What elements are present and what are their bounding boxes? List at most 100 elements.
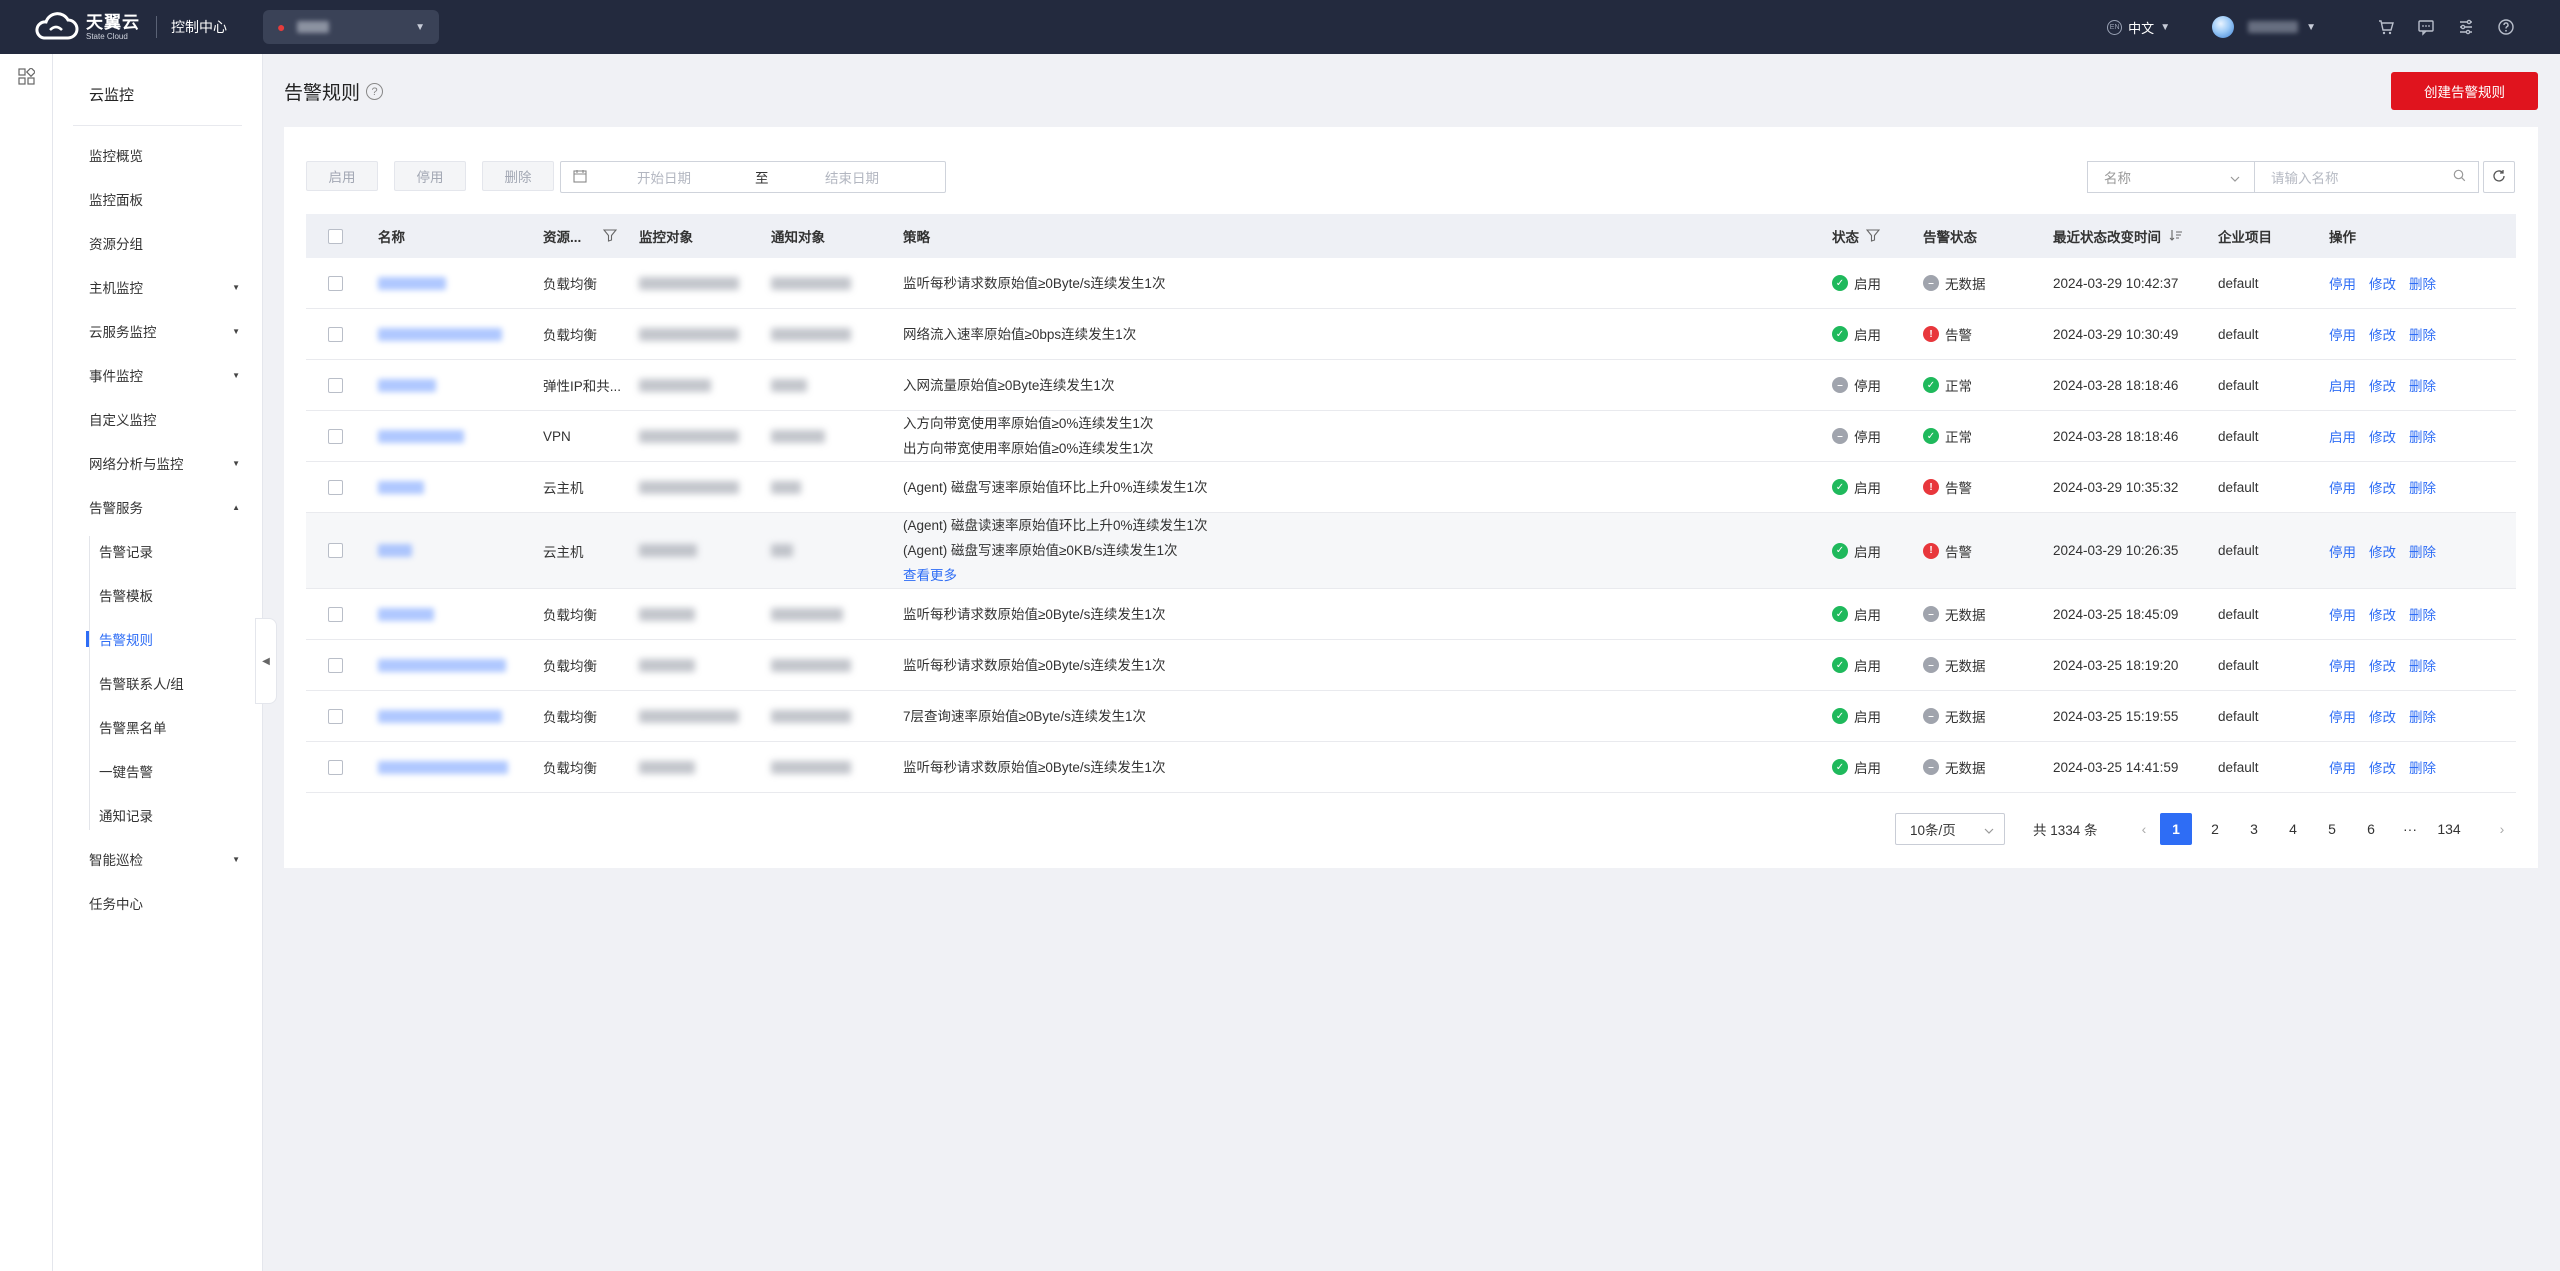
sidebar-item[interactable]: 告警黑名单: [99, 712, 240, 742]
search-input[interactable]: 请输入名称: [2254, 161, 2479, 193]
sidebar-item[interactable]: 自定义监控: [89, 404, 240, 434]
row-action-link[interactable]: 启用: [2329, 375, 2356, 395]
row-action-link[interactable]: 修改: [2369, 426, 2396, 446]
rule-name-link-redacted[interactable]: [378, 378, 436, 392]
row-action-link[interactable]: 删除: [2409, 655, 2436, 675]
row-action-link[interactable]: 修改: [2369, 541, 2396, 561]
rule-name-link-redacted[interactable]: [378, 480, 424, 494]
row-action-link[interactable]: 停用: [2329, 477, 2356, 497]
sidebar-item[interactable]: 任务中心: [89, 888, 240, 918]
table-row[interactable]: 负载均衡 监听每秒请求数原始值≥0Byte/s连续发生1次 ✓ 启用 – 无数据 2024-…: [306, 742, 2516, 793]
disable-button[interactable]: 停用: [394, 161, 466, 191]
sidebar-item[interactable]: 智能巡检 ▼: [89, 844, 240, 874]
row-checkbox[interactable]: [328, 708, 343, 724]
table-row[interactable]: 负载均衡 7层查询速率原始值≥0Byte/s连续发生1次 ✓ 启用 – 无数据 2024-0…: [306, 691, 2516, 742]
row-action-link[interactable]: 停用: [2329, 706, 2356, 726]
sort-icon[interactable]: [2169, 228, 2183, 245]
row-checkbox[interactable]: [328, 759, 343, 775]
table-row[interactable]: 负载均衡 网络流入速率原始值≥0bps连续发生1次 ✓ 启用! 告警 2024-03-29…: [306, 309, 2516, 360]
enable-button[interactable]: 启用: [306, 161, 378, 191]
page-number[interactable]: 3: [2238, 813, 2270, 845]
row-action-link[interactable]: 修改: [2369, 604, 2396, 624]
sidebar-item[interactable]: 告警记录: [99, 536, 240, 566]
sidebar-collapse-button[interactable]: ◀: [255, 618, 277, 704]
table-row[interactable]: 负载均衡 监听每秒请求数原始值≥0Byte/s连续发生1次 ✓ 启用 – 无数据 2024-…: [306, 640, 2516, 691]
page-size-select[interactable]: 10条/页: [1895, 813, 2005, 845]
row-checkbox[interactable]: [328, 606, 343, 622]
row-action-link[interactable]: 删除: [2409, 375, 2436, 395]
row-action-link[interactable]: 修改: [2369, 757, 2396, 777]
page-ellipsis[interactable]: ···: [2394, 813, 2426, 845]
language-switcher[interactable]: EN 中文 ▼: [2107, 18, 2170, 37]
row-action-link[interactable]: 删除: [2409, 273, 2436, 293]
start-date-input[interactable]: 开始日期: [637, 167, 755, 187]
cart-icon[interactable]: [2376, 17, 2396, 37]
sidebar-item[interactable]: 事件监控 ▼: [89, 360, 240, 390]
delete-button[interactable]: 删除: [482, 161, 554, 191]
rule-name-link-redacted[interactable]: [378, 327, 502, 341]
row-action-link[interactable]: 启用: [2329, 426, 2356, 446]
rule-name-link-redacted[interactable]: [378, 709, 502, 723]
sidebar-item[interactable]: 主机监控 ▼: [89, 272, 240, 302]
rule-name-link-redacted[interactable]: [378, 607, 434, 621]
message-icon[interactable]: [2416, 17, 2436, 37]
page-number[interactable]: 6: [2355, 813, 2387, 845]
row-action-link[interactable]: 删除: [2409, 426, 2436, 446]
row-checkbox[interactable]: [328, 326, 343, 342]
row-checkbox[interactable]: [328, 428, 343, 444]
search-icon[interactable]: [2453, 169, 2466, 185]
page-number[interactable]: 5: [2316, 813, 2348, 845]
sidebar-item[interactable]: 告警模板: [99, 580, 240, 610]
logo[interactable]: 天翼云 State Cloud: [32, 12, 144, 42]
rule-name-link-redacted[interactable]: [378, 276, 446, 290]
row-action-link[interactable]: 停用: [2329, 541, 2356, 561]
page-number[interactable]: 4: [2277, 813, 2309, 845]
row-action-link[interactable]: 修改: [2369, 655, 2396, 675]
row-checkbox[interactable]: [328, 657, 343, 673]
row-action-link[interactable]: 删除: [2409, 706, 2436, 726]
row-checkbox[interactable]: [328, 275, 343, 291]
row-action-link[interactable]: 停用: [2329, 604, 2356, 624]
page-number[interactable]: 134: [2433, 813, 2465, 845]
refresh-button[interactable]: [2483, 161, 2515, 193]
sidebar-item[interactable]: 网络分析与监控 ▼: [89, 448, 240, 478]
row-action-link[interactable]: 停用: [2329, 273, 2356, 293]
show-more-link[interactable]: 查看更多: [903, 563, 957, 588]
console-link[interactable]: 控制中心: [171, 17, 227, 37]
sidebar-item[interactable]: 通知记录: [99, 800, 240, 830]
filter-icon[interactable]: [1865, 228, 1881, 245]
table-row[interactable]: 负载均衡 监听每秒请求数原始值≥0Byte/s连续发生1次 ✓ 启用 – 无数据 2024-…: [306, 589, 2516, 640]
table-row[interactable]: 云主机 (Agent) 磁盘读速率原始值环比上升0%连续发生1次 (Agent) 磁…: [306, 513, 2516, 589]
row-action-link[interactable]: 停用: [2329, 324, 2356, 344]
sidebar-item[interactable]: 告警服务 ▲: [89, 492, 240, 522]
next-page-icon[interactable]: ›: [2486, 813, 2518, 845]
region-selector[interactable]: ● ▼: [263, 10, 439, 44]
rule-name-link-redacted[interactable]: [378, 658, 506, 672]
page-number[interactable]: 2: [2199, 813, 2231, 845]
row-action-link[interactable]: 删除: [2409, 541, 2436, 561]
sidebar-item[interactable]: 监控概览: [89, 140, 240, 170]
row-action-link[interactable]: 删除: [2409, 477, 2436, 497]
sidebar-item[interactable]: 云服务监控 ▼: [89, 316, 240, 346]
row-action-link[interactable]: 删除: [2409, 324, 2436, 344]
row-checkbox[interactable]: [328, 377, 343, 393]
table-row[interactable]: VPN 入方向带宽使用率原始值≥0%连续发生1次 出方向带宽使用率原始值≥0%连续发…: [306, 411, 2516, 462]
row-action-link[interactable]: 停用: [2329, 655, 2356, 675]
sidebar-item[interactable]: 资源分组: [89, 228, 240, 258]
row-action-link[interactable]: 删除: [2409, 604, 2436, 624]
rule-name-link-redacted[interactable]: [378, 544, 412, 557]
row-action-link[interactable]: 修改: [2369, 273, 2396, 293]
row-checkbox[interactable]: [328, 479, 343, 495]
help-icon[interactable]: [2496, 17, 2516, 37]
prev-page-icon[interactable]: ‹: [2128, 813, 2160, 845]
rule-name-link-redacted[interactable]: [378, 760, 508, 774]
page-number[interactable]: 1: [2160, 813, 2192, 845]
create-alarm-rule-button[interactable]: 创建告警规则: [2391, 72, 2538, 110]
help-circle-icon[interactable]: ?: [366, 83, 384, 100]
sidebar-item[interactable]: 监控面板: [89, 184, 240, 214]
table-row[interactable]: 弹性IP和共... 入网流量原始值≥0Byte连续发生1次 – 停用 ✓ 正常 2024-0…: [306, 360, 2516, 411]
row-checkbox[interactable]: [328, 543, 343, 558]
search-field-select[interactable]: 名称: [2087, 161, 2254, 193]
user-menu[interactable]: ▼: [2212, 16, 2316, 38]
sidebar-item[interactable]: 告警联系人/组: [99, 668, 240, 698]
